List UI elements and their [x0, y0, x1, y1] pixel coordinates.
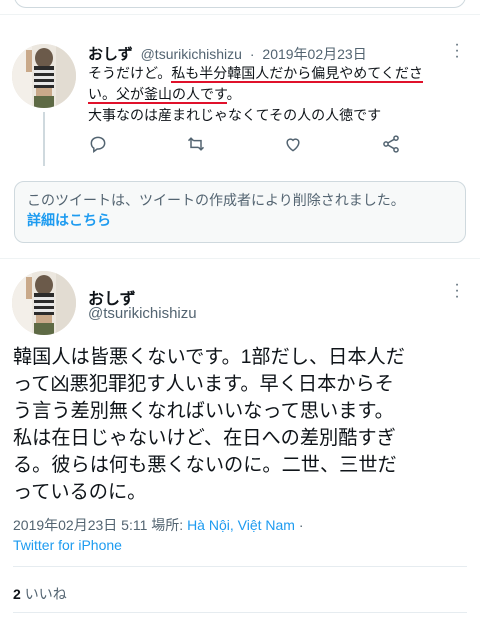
divider: [13, 612, 467, 613]
tweet-line: う言う差別無くなればいいなって思います。: [13, 401, 394, 422]
separator-dot: ·: [249, 46, 255, 62]
tweet-line: 韓国人は皆悪くないです。1部だし、日本人だ: [13, 347, 405, 368]
tweet-date[interactable]: 2019年02月23日: [262, 46, 366, 62]
text-plain: 。: [226, 86, 241, 102]
tweet-line: 私は在日じゃないけど、在日への差別酷すぎ: [13, 428, 396, 449]
reply-header: おしず @tsurikichishizu · 2019年02月23日: [88, 43, 367, 64]
more-options-icon[interactable]: · · ·: [452, 37, 462, 65]
divider: [0, 258, 480, 259]
handle[interactable]: @tsurikichishizu: [88, 305, 197, 322]
divider: [13, 566, 467, 567]
source-link[interactable]: Twitter for iPhone: [13, 535, 122, 556]
reply-line-2: い。父が釜山の人です。: [88, 84, 458, 105]
likes-label: いいね: [24, 586, 67, 602]
reply-text: そうだけど。私も半分韓国人だから偏見やめてくださ い。父が釜山の人です。 大事な…: [88, 63, 458, 126]
avatar[interactable]: [12, 44, 76, 108]
deleted-message: このツイートは、ツイートの作成者により削除されました。: [27, 192, 405, 208]
divider: [0, 14, 480, 15]
separator-dot: ·: [294, 517, 304, 533]
avatar-image: [12, 44, 76, 108]
reply-line-3: 大事なのは産まれじゃなくてその人の人徳です: [88, 107, 382, 123]
tweet-metadata: 2019年02月23日 5:11 場所: Hà Nội, Việt Nam ·: [13, 515, 304, 536]
display-name[interactable]: おしず: [88, 46, 133, 63]
likes-number: 2: [13, 586, 21, 602]
highlighted-text: い。父が釜山の人です: [88, 86, 227, 104]
share-icon[interactable]: [381, 134, 403, 156]
thread-line: [43, 112, 45, 166]
avatar-image: [12, 271, 76, 335]
tweet-line: っているのに。: [13, 482, 147, 503]
tweet-line: って凶悪犯罪犯す人います。早く日本からそ: [13, 374, 394, 395]
location-link[interactable]: Hà Nội, Việt Nam: [187, 517, 295, 533]
card-edge: [14, 0, 466, 8]
likes-count[interactable]: 2 いいね: [13, 584, 67, 604]
deleted-tweet-notice: このツイートは、ツイートの作成者により削除されました。 詳細はこちら: [14, 181, 466, 243]
reply-icon[interactable]: [88, 134, 110, 156]
previous-tweet-card-edge: [0, 0, 480, 8]
like-icon[interactable]: [283, 134, 305, 156]
tweet-actions: [88, 134, 428, 156]
reply-line-1: そうだけど。私も半分韓国人だから偏見やめてくださ: [88, 63, 458, 84]
tweet-text: 韓国人は皆悪くないです。1部だし、日本人だ って凶悪犯罪犯す人います。早く日本か…: [13, 344, 469, 506]
learn-more-link[interactable]: 詳細はこちら: [27, 210, 453, 230]
text-plain: そうだけど。: [88, 65, 172, 81]
tweet-line: る。彼らは何も悪くないのに。二世、三世だ: [13, 455, 397, 476]
more-options-icon[interactable]: · · ·: [452, 277, 462, 305]
tweet-timestamp[interactable]: 2019年02月23日 5:11 場所:: [13, 517, 183, 533]
highlighted-text: 私も半分韓国人だから偏見やめてくださ: [171, 65, 423, 83]
handle[interactable]: @tsurikichishizu: [141, 46, 242, 62]
retweet-icon[interactable]: [186, 134, 208, 156]
avatar[interactable]: [12, 271, 76, 335]
